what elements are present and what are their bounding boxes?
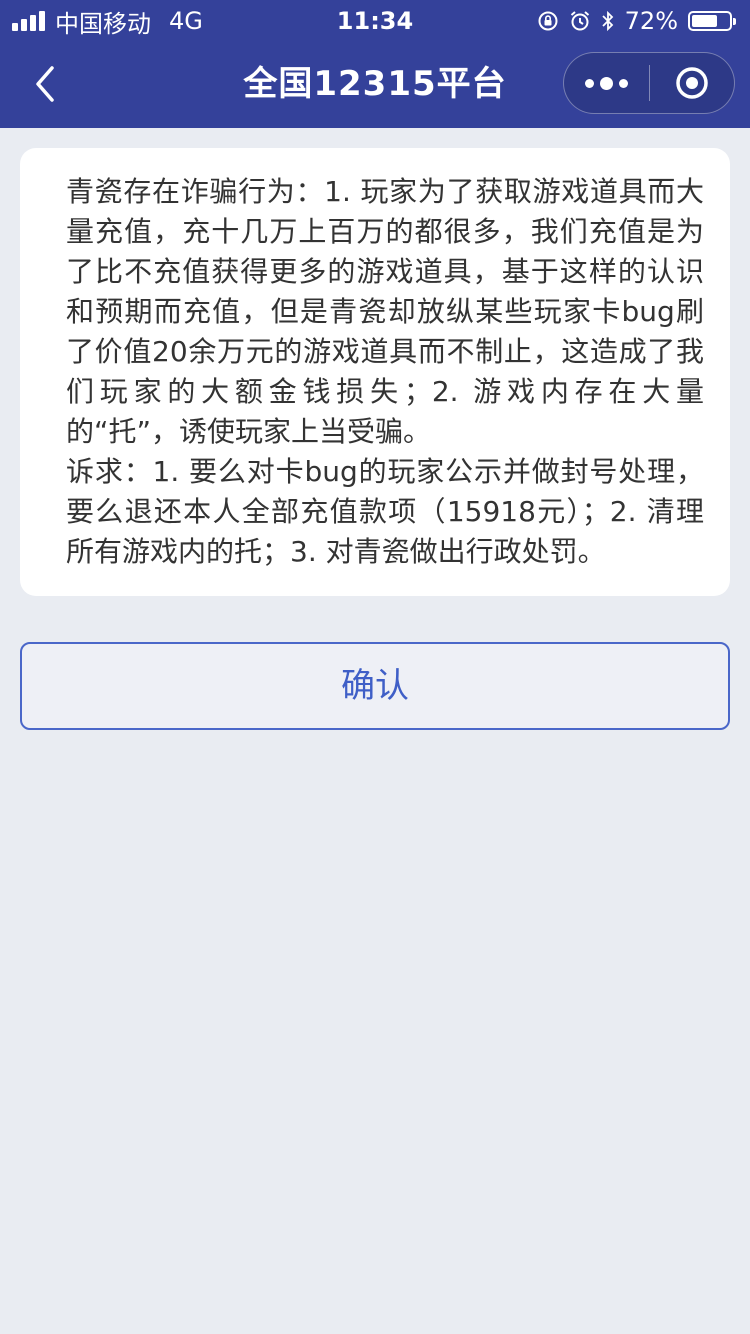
complaint-appeal: 诉求：1. 要么对卡bug的玩家公示并做封号处理，要么退还本人全部充值款项（15… <box>66 455 704 568</box>
status-bar-right: 72% <box>537 6 736 36</box>
status-bar: 中国移动 4G 11:34 72% <box>0 0 750 40</box>
alarm-icon <box>570 11 589 31</box>
close-button[interactable] <box>650 52 735 114</box>
menu-capsule <box>563 52 735 114</box>
nav-bar: 全国12315平台 <box>0 40 750 128</box>
battery-icon <box>688 11 736 31</box>
bluetooth-icon <box>602 10 613 32</box>
confirm-button[interactable]: 确认 <box>20 642 730 730</box>
orientation-lock-icon <box>538 11 558 31</box>
complaint-content: 青瓷存在诈骗行为：1. 玩家为了获取游戏道具而大量充值，充十几万上百万的都很多，… <box>66 175 704 448</box>
more-button[interactable] <box>564 52 649 114</box>
more-dots-icon <box>584 76 628 90</box>
battery-percent: 72% <box>624 7 678 35</box>
complaint-card: 青瓷存在诈骗行为：1. 玩家为了获取游戏道具而大量充值，充十几万上百万的都很多，… <box>20 148 730 596</box>
top-bar: 中国移动 4G 11:34 72% 全国12315平台 <box>0 0 750 128</box>
target-close-icon <box>676 67 708 99</box>
